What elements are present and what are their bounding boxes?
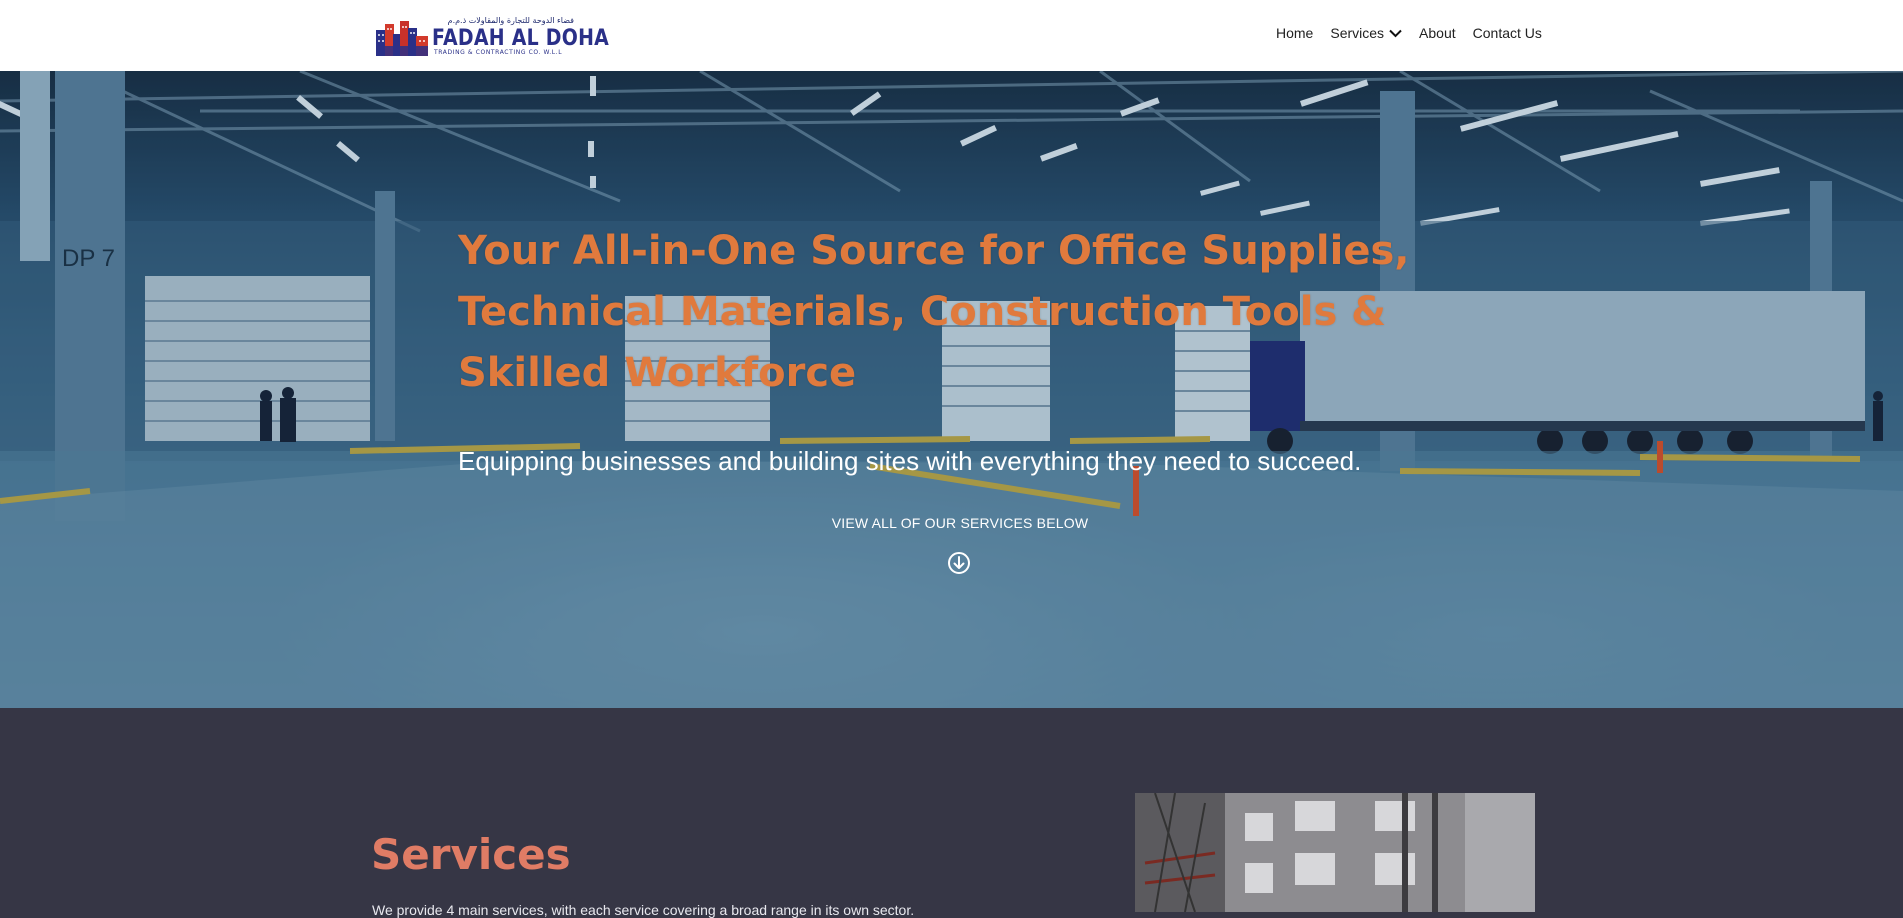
hero-banner: DP 7 Your All-in-One Source for Office S… (0, 71, 1903, 708)
logo-tagline: TRADING & CONTRACTING CO. W.L.L (434, 49, 563, 56)
hero-title: Your All-in-One Source for Office Suppli… (458, 228, 1410, 396)
nav-services-label: Services (1330, 25, 1385, 41)
services-heading: Services (371, 830, 571, 879)
main-nav: Home Services About Contact Us (1276, 25, 1542, 41)
services-intro: We provide 4 main services, with each se… (372, 902, 915, 918)
logo-arabic-name: فضاء الدوحة للتجارة والمقاولات ذ.م.م (447, 16, 574, 25)
nav-contact[interactable]: Contact Us (1473, 25, 1542, 41)
logo-company-name: FADAH AL DOHA (432, 26, 610, 51)
services-building-image (1135, 793, 1535, 912)
arrow-down-circle-icon[interactable] (947, 551, 971, 575)
view-services-link[interactable]: VIEW ALL OF OUR SERVICES BELOW (800, 515, 1120, 531)
logo-buildings-icon (376, 16, 428, 56)
nav-home[interactable]: Home (1276, 25, 1313, 41)
nav-about[interactable]: About (1419, 25, 1456, 41)
nav-services[interactable]: Services (1330, 25, 1402, 41)
hero-subtitle: Equipping businesses and building sites … (458, 446, 1362, 476)
logo-text: فضاء الدوحة للتجارة والمقاولات ذ.م.م FAD… (430, 16, 609, 56)
chevron-down-icon (1389, 29, 1402, 37)
services-section: Services We provide 4 main services, wit… (0, 708, 1903, 918)
company-logo[interactable]: فضاء الدوحة للتجارة والمقاولات ذ.م.م FAD… (376, 16, 609, 56)
site-header: فضاء الدوحة للتجارة والمقاولات ذ.م.م FAD… (0, 0, 1903, 71)
